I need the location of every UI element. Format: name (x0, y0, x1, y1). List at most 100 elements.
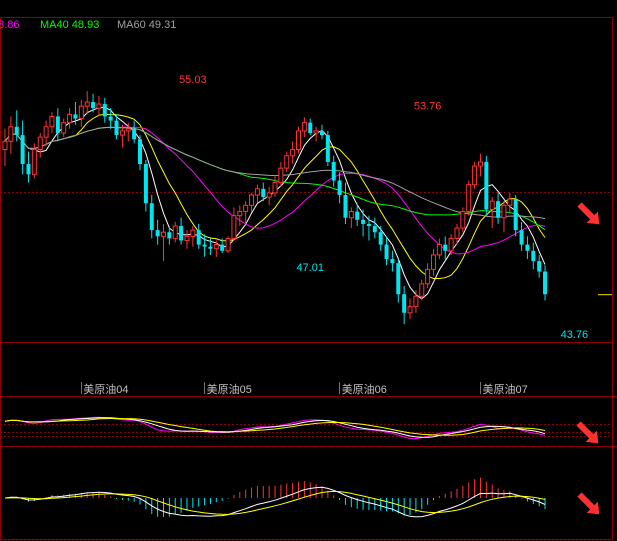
candle-body (331, 161, 336, 181)
candle-body (49, 115, 55, 128)
down-arrow-icon (577, 202, 600, 225)
candle-body (296, 130, 301, 151)
candle-body (355, 211, 360, 220)
candle-body (477, 161, 483, 167)
candle-body (308, 122, 313, 133)
indicator-panel-1 (4, 416, 546, 440)
moving-average-lines (4, 106, 546, 300)
candle-body (472, 165, 478, 186)
candle-body (272, 182, 278, 194)
candle-body (496, 201, 501, 218)
candle-body (419, 283, 425, 297)
ma5-line (4, 106, 546, 300)
candle-body (384, 244, 389, 260)
candle-body (55, 116, 60, 133)
candle-body (243, 204, 249, 213)
candle-body (225, 237, 231, 252)
price-annotation: 43.76 (561, 329, 589, 341)
candle-body (190, 229, 196, 237)
candle-body (249, 194, 255, 206)
arrow-shape (576, 421, 599, 444)
candle-body (313, 130, 319, 134)
x-axis-label: 美原油06 (342, 382, 387, 396)
candle-body (460, 211, 466, 229)
candle-body (37, 136, 43, 151)
candle-body (220, 244, 225, 251)
candle-body (172, 225, 178, 239)
candle-body (31, 149, 37, 175)
candle-body (73, 114, 78, 119)
price-annotation: 47.01 (296, 262, 324, 274)
candle-body (337, 180, 342, 195)
candle-body (501, 204, 507, 219)
candle-body (108, 116, 113, 121)
candle-body (143, 164, 148, 204)
candle-body (448, 237, 454, 252)
candle-body (96, 103, 102, 109)
candle-body (196, 230, 201, 245)
candle-body (125, 128, 131, 132)
candle-body (278, 167, 284, 184)
candles (2, 91, 612, 324)
candle-body (484, 161, 489, 210)
candle-body (155, 230, 160, 237)
candle-body (378, 232, 383, 245)
candle-body (319, 130, 324, 136)
candle-body (231, 215, 237, 239)
candle-body (184, 235, 190, 241)
candle-body (325, 135, 330, 162)
candle-body (138, 139, 143, 164)
candle-body (67, 113, 73, 124)
candle-body (543, 271, 548, 295)
x-axis-label: 美原油05 (207, 382, 252, 396)
ma40-legend: MA40 48.93 (40, 19, 100, 31)
candle-body (213, 244, 219, 250)
candle-body (43, 126, 49, 138)
candle-body (531, 250, 536, 262)
x-axis-labels: 美原油04 美原油05 美原油06 美原油07 (81, 382, 528, 396)
candle-body (372, 226, 377, 233)
candle-body (519, 230, 524, 245)
candle-body (61, 122, 67, 134)
candle-body (114, 120, 119, 136)
candle-body (413, 295, 419, 308)
ma60-legend: MA60 49.31 (117, 19, 177, 31)
candle-body (290, 149, 296, 157)
candle-body (390, 259, 395, 264)
candle-body (425, 268, 431, 285)
candle-body (266, 192, 272, 198)
candle-body (26, 164, 31, 175)
candle-body (160, 231, 166, 237)
arrow-shape (577, 202, 600, 225)
candle-body (431, 254, 437, 270)
ma60-line (4, 126, 546, 220)
candle-body (407, 306, 413, 314)
trend-arrows (576, 202, 600, 515)
candle-body (8, 126, 14, 142)
candle-body (396, 263, 401, 295)
candle-body (443, 244, 448, 251)
candle-body (14, 126, 19, 136)
x-axis-label: 美原油07 (482, 382, 527, 396)
candle-body (149, 203, 154, 231)
candle-body (179, 226, 184, 241)
candle-body (507, 198, 513, 206)
candle-body (454, 227, 460, 239)
candle-body (513, 199, 518, 231)
candle-body (537, 261, 542, 272)
candle-body (20, 135, 25, 164)
candle-body (254, 188, 260, 196)
candle-body (343, 195, 348, 218)
candle-body (102, 104, 107, 117)
candle-body (466, 184, 472, 213)
candle-body (208, 246, 213, 249)
candle-body (202, 244, 207, 247)
down-arrow-icon (577, 492, 600, 515)
candle-body (348, 211, 354, 219)
price-annotation: 55.03 (179, 74, 207, 86)
x-axis-label: 美原油04 (83, 382, 128, 396)
candle-body (261, 188, 266, 198)
candle-body (2, 140, 8, 151)
candle-body (525, 244, 530, 251)
price-annotation: 53.76 (414, 100, 442, 112)
